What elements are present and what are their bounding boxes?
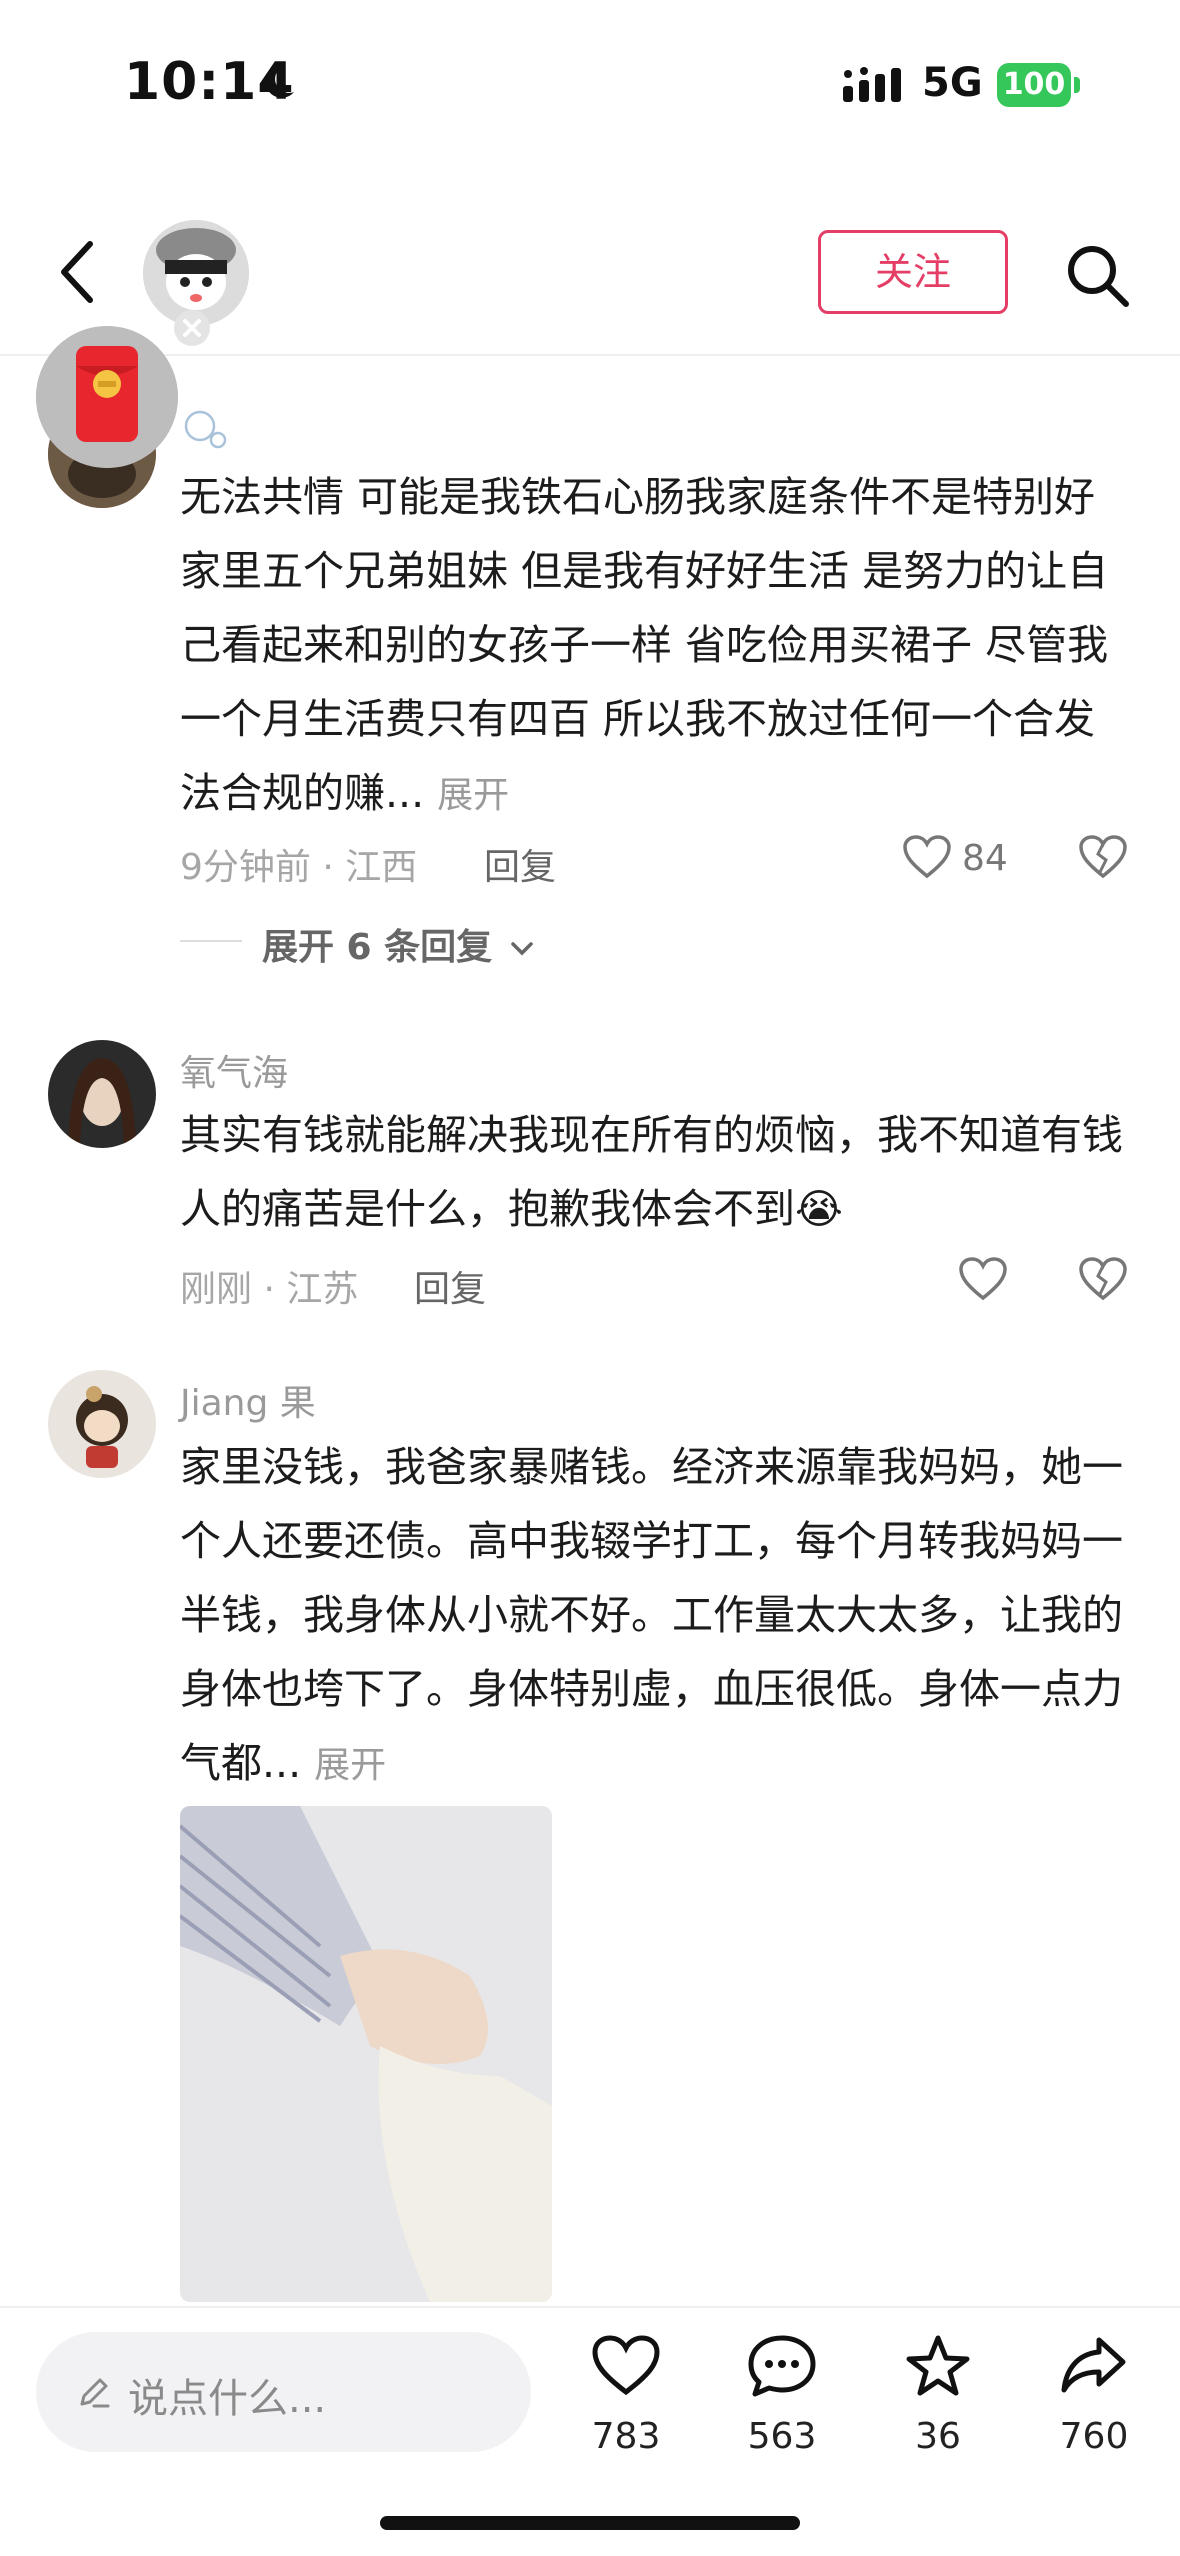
commenter-name[interactable]: Jiang 果 [180,1374,316,1426]
broken-heart-icon[interactable] [1078,834,1128,880]
comment-body: 无法共情 可能是我铁石心肠我家庭条件不是特别好 家里五个兄弟姐妹 但是我有好好生… [180,473,1109,817]
comment-input-placeholder[interactable]: 说点什么... [128,2366,326,2424]
expand-link[interactable]: 展开 [437,775,509,816]
bubbles-icon [184,410,227,449]
chat-bubble-icon [748,2335,816,2397]
share-button[interactable]: 760 [1034,2334,1154,2457]
red-packet-icon [36,326,178,468]
broken-heart-icon[interactable] [1078,1256,1128,1302]
moon-icon [265,65,294,98]
expand-link[interactable]: 展开 [314,1745,386,1786]
close-small-icon [174,310,210,346]
pencil-icon [80,2378,110,2408]
like-count: 84 [962,838,1008,879]
favorite-button[interactable]: 36 [878,2334,998,2457]
follow-button[interactable]: 关注 [818,230,1008,314]
comment-text: 家里没钱，我爸家暴赌钱。经济来源靠我妈妈，她一个人还要还债。高中我辍学打工，每个… [180,1430,1130,1803]
commenter-avatar[interactable] [48,1370,156,1478]
comment-button[interactable]: 563 [722,2334,842,2457]
comment-text: 无法共情 可能是我铁石心肠我家庭条件不是特别好 家里五个兄弟姐妹 但是我有好好生… [180,460,1130,833]
like-total: 783 [591,2416,661,2457]
battery-indicator: 100 [997,63,1071,107]
search-icon[interactable] [1062,240,1132,310]
network-type: 5G [922,60,983,106]
comment-text: 其实有钱就能解决我现在所有的烦恼，我不知道有钱人的痛苦是什么，抱歉我体会不到😭 [180,1111,1123,1233]
heart-icon[interactable] [958,1256,1008,1302]
photo-avatar-icon [48,1040,156,1148]
expand-replies-button[interactable]: 展开 6 条回复 [262,918,535,970]
comment-total: 563 [747,2416,817,2457]
chevron-down-icon [510,942,533,956]
heart-icon [592,2335,660,2396]
battery-nub [1074,77,1080,93]
share-total: 760 [1059,2416,1129,2457]
reply-button[interactable]: 回复 [414,1260,486,1312]
comment-meta: 9分钟前 · 江西 [180,847,418,888]
favorite-total: 36 [915,2416,961,2457]
comment-image[interactable] [180,1806,552,2302]
commenter-avatar[interactable] [48,1040,156,1148]
heart-icon[interactable] [902,834,952,880]
red-packet-badge[interactable] [36,326,178,468]
back-button[interactable] [50,232,106,312]
commenter-name[interactable]: 氧气海 [180,1044,288,1096]
doll-avatar-icon [48,1370,156,1478]
share-arrow-icon [1061,2337,1126,2393]
expand-replies-label: 展开 6 条回复 [262,927,493,968]
star-icon [906,2335,970,2396]
hospital-hand-photo [180,1806,552,2302]
comment-meta: 刚刚 · 江苏 [180,1269,359,1310]
reply-button[interactable]: 回复 [484,838,556,890]
comment-body: 家里没钱，我爸家暴赌钱。经济来源靠我妈妈，她一个人还要还债。高中我辍学打工，每个… [180,1443,1123,1787]
bottom-divider [0,2306,1180,2308]
signal-bars-icon [843,67,901,102]
home-indicator[interactable] [380,2516,800,2530]
reply-divider [180,940,242,942]
like-button[interactable]: 783 [566,2334,686,2457]
